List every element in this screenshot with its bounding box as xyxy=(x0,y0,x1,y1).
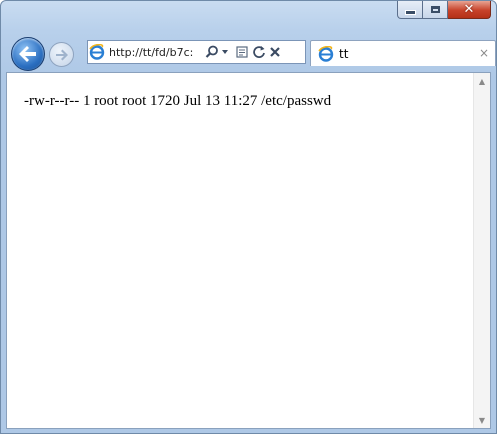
minimize-icon xyxy=(404,10,416,15)
compatibility-view-icon[interactable] xyxy=(235,42,249,62)
navigation-bar: http://tt/fd/b7c: tt × xyxy=(1,29,496,73)
file-listing-text: -rw-r--r-- 1 root root 1720 Jul 13 11:27… xyxy=(24,93,332,109)
tab-close-icon[interactable]: × xyxy=(479,46,489,60)
search-icon[interactable] xyxy=(205,42,219,62)
minimize-button[interactable] xyxy=(397,1,423,19)
back-arrow-icon xyxy=(19,46,36,62)
browser-window: ✕ http://tt/fd/b7c: tt × -rw-r--r-- 1 ro… xyxy=(0,0,497,434)
ie-page-icon xyxy=(88,43,106,61)
refresh-icon[interactable] xyxy=(252,42,266,62)
tab-title: tt xyxy=(339,46,349,61)
chevron-down-icon[interactable] xyxy=(221,42,229,62)
address-bar[interactable]: http://tt/fd/b7c: xyxy=(87,40,306,64)
maximize-icon xyxy=(430,6,440,13)
forward-arrow-icon xyxy=(55,49,68,60)
forward-button[interactable] xyxy=(49,42,74,67)
close-icon: ✕ xyxy=(463,2,475,17)
scroll-up-icon[interactable]: ▲ xyxy=(474,73,490,89)
vertical-scrollbar[interactable]: ▲ ▼ xyxy=(473,73,490,428)
browser-tab[interactable]: tt × xyxy=(310,40,496,66)
close-window-button[interactable]: ✕ xyxy=(448,1,491,19)
address-url[interactable]: http://tt/fd/b7c: xyxy=(109,46,199,59)
ie-tab-icon xyxy=(317,45,335,63)
maximize-button[interactable] xyxy=(423,1,448,19)
stop-icon[interactable] xyxy=(269,42,281,62)
back-button[interactable] xyxy=(11,37,45,71)
scroll-down-icon[interactable]: ▼ xyxy=(474,412,490,428)
page-content: -rw-r--r-- 1 root root 1720 Jul 13 11:27… xyxy=(6,72,491,429)
window-caption-buttons: ✕ xyxy=(397,1,491,21)
